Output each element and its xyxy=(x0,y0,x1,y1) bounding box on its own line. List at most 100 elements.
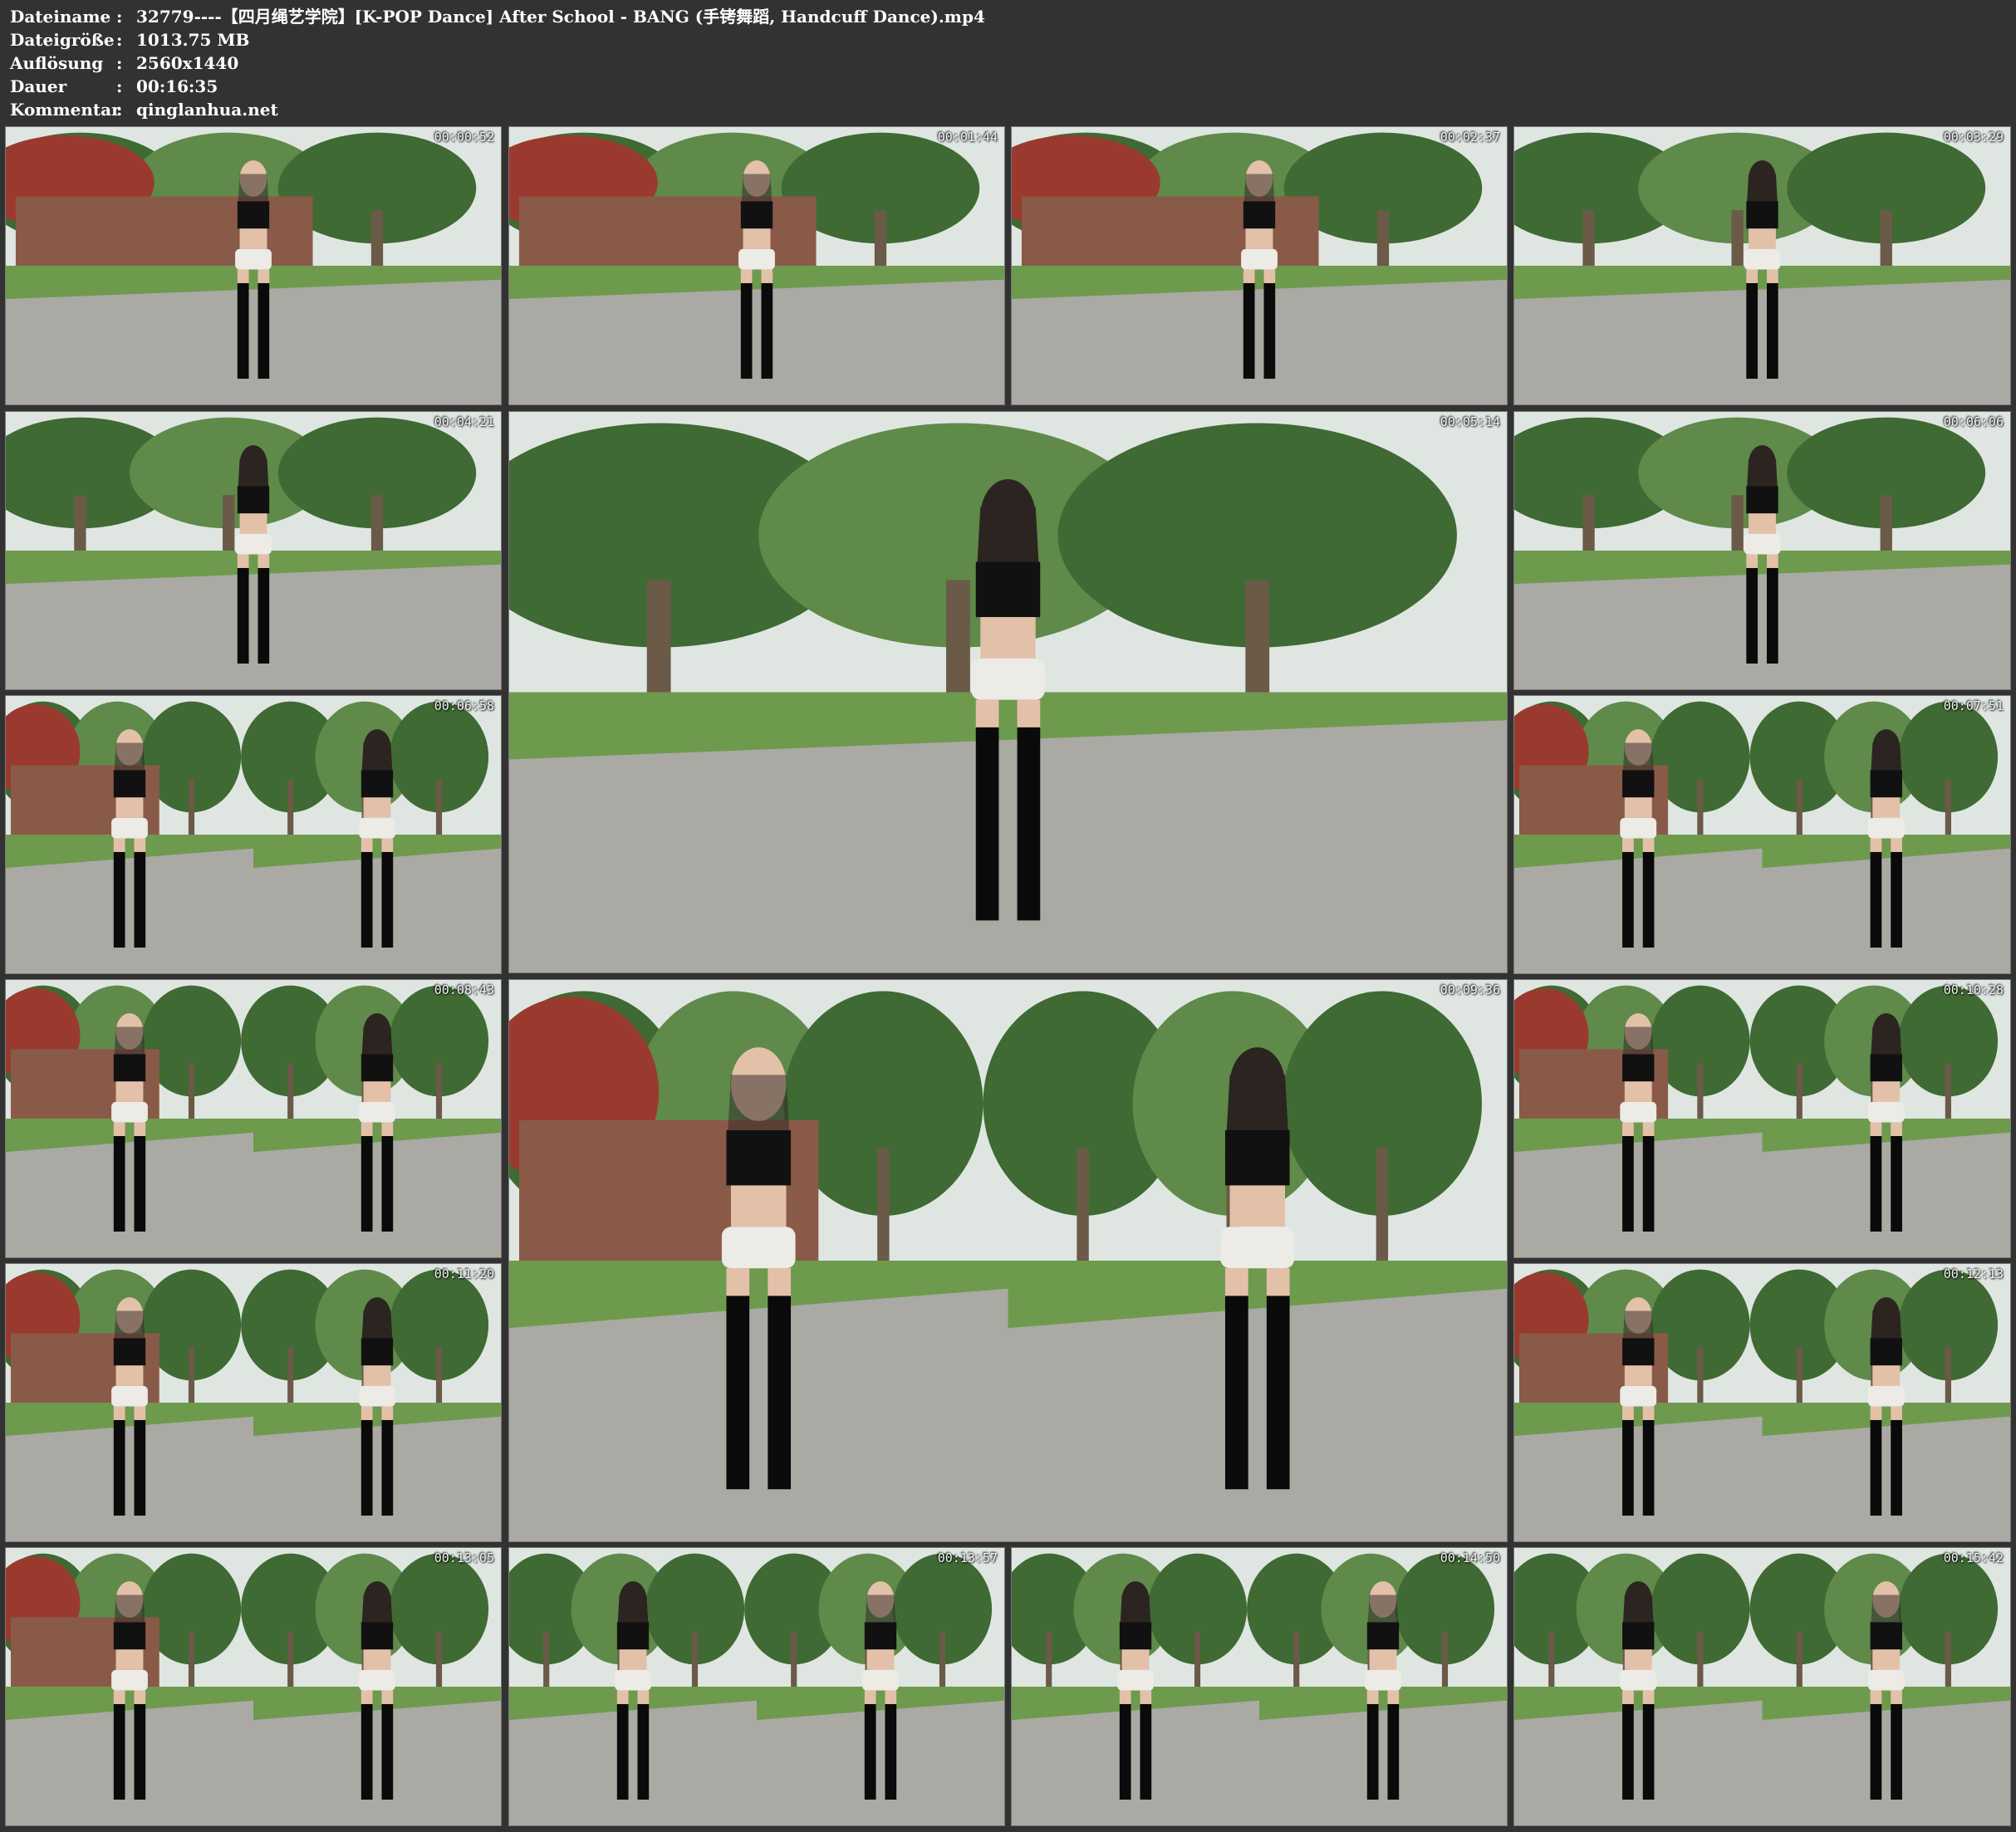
figure-boot xyxy=(1870,1703,1882,1800)
thumbnail[interactable]: 00:07:51 xyxy=(1513,695,2011,974)
figure-boot xyxy=(1622,851,1634,948)
figure-waist xyxy=(1624,1649,1652,1670)
figure-boot xyxy=(1263,282,1276,380)
figure-shorts xyxy=(1365,1669,1401,1691)
figure-leg xyxy=(1870,1122,1882,1136)
figure-waist xyxy=(363,1649,391,1670)
figure-boot xyxy=(1243,282,1255,380)
paved-path xyxy=(253,848,501,973)
timestamp: 00:15:42 xyxy=(1943,1550,2004,1565)
figure-waist xyxy=(1245,228,1273,249)
paved-path xyxy=(1762,1132,2010,1257)
figure-boot xyxy=(361,1419,373,1516)
figure-top xyxy=(726,1129,792,1186)
thumbnail-image xyxy=(6,1264,501,1541)
paved-path xyxy=(1514,1700,1763,1825)
figure-leg xyxy=(1870,838,1882,852)
figure-leg xyxy=(1243,269,1255,283)
figure-waist xyxy=(730,1185,787,1227)
paved-path xyxy=(6,1700,253,1825)
figure-shorts xyxy=(1744,533,1781,555)
figure-boot xyxy=(237,567,249,664)
thumbnail[interactable]: 00:15:42 xyxy=(1513,1547,2011,1826)
figure-boot xyxy=(1642,1135,1655,1232)
figure-top xyxy=(361,1338,394,1366)
figure-leg xyxy=(1891,1122,1902,1136)
thumbnail[interactable]: 00:13:57 xyxy=(508,1547,1005,1826)
figure-shorts xyxy=(738,248,775,270)
figure-shorts xyxy=(1867,817,1905,839)
thumbnail-image xyxy=(509,1548,1004,1825)
timestamp: 00:04:21 xyxy=(434,414,494,429)
paved-path xyxy=(1012,279,1507,404)
thumbnail[interactable]: 00:06:58 xyxy=(5,695,502,974)
thumbnail[interactable]: 00:12:13 xyxy=(1513,1263,2011,1542)
thumbnail[interactable]: 00:13:05 xyxy=(5,1547,502,1826)
thumbnail[interactable]: 00:01:44 xyxy=(508,126,1005,405)
thumbnail[interactable]: 00:06:06 xyxy=(1513,411,2011,690)
figure-boot xyxy=(1891,1419,1902,1516)
figure-boot xyxy=(1017,727,1041,921)
figure-shorts xyxy=(359,817,395,839)
thumbnail-image xyxy=(1514,1264,2010,1541)
figure-leg xyxy=(381,1122,394,1136)
figure-boot xyxy=(1140,1703,1152,1800)
paved-path xyxy=(1762,848,2010,973)
thumbnail[interactable]: 00:03:29 xyxy=(1513,126,2011,405)
figure-shorts xyxy=(1241,248,1278,270)
figure-top xyxy=(864,1622,897,1650)
figure-boot xyxy=(616,1703,629,1800)
thumbnail[interactable]: 00:02:37 xyxy=(1011,126,1508,405)
thumbnail[interactable]: 00:00:52 xyxy=(5,126,502,405)
timestamp: 00:05:14 xyxy=(1440,414,1500,429)
paved-path xyxy=(253,1700,501,1825)
figure-leg xyxy=(740,269,753,283)
figure-waist xyxy=(115,797,144,818)
thumbnail-large[interactable]: 00:09:36 xyxy=(508,979,1508,1542)
figure-top xyxy=(1746,201,1778,229)
figure-leg xyxy=(1642,1122,1655,1136)
figure-shorts xyxy=(1620,1101,1657,1123)
figure-top xyxy=(1746,486,1778,514)
figure-boot xyxy=(768,1296,792,1490)
figure-leg xyxy=(1766,269,1778,283)
thumbnail-image xyxy=(1514,696,2010,973)
paved-path xyxy=(1514,848,1763,973)
timestamp: 00:11:20 xyxy=(434,1266,494,1281)
thumbnail[interactable]: 00:04:21 xyxy=(5,411,502,690)
figure-leg xyxy=(1870,1690,1882,1704)
figure-boot xyxy=(134,1135,146,1232)
figure-leg xyxy=(134,1406,146,1420)
figure-top xyxy=(113,1338,146,1366)
paved-path xyxy=(253,1416,501,1541)
timestamp: 00:13:57 xyxy=(937,1550,998,1565)
figure-top xyxy=(1870,1338,1902,1366)
figure-boot xyxy=(258,567,270,664)
thumbnail[interactable]: 00:14:50 xyxy=(1011,1547,1508,1826)
figure-top xyxy=(1622,770,1655,798)
thumbnail[interactable]: 00:10:28 xyxy=(1513,979,2011,1258)
figure-boot xyxy=(1766,282,1778,380)
figure-boot xyxy=(637,1703,650,1800)
figure-leg xyxy=(134,838,146,852)
figure-boot xyxy=(1622,1419,1634,1516)
figure-boot xyxy=(134,851,146,948)
figure-leg xyxy=(1891,1690,1902,1704)
figure-boot xyxy=(258,282,270,380)
thumbnail-grid: 00:00:52 00:01:44 00:02:37 00:03:29 00:0… xyxy=(0,0,2016,1832)
figure-top xyxy=(113,770,146,798)
thumbnail[interactable]: 00:08:43 xyxy=(5,979,502,1258)
thumbnail[interactable]: 00:11:20 xyxy=(5,1263,502,1542)
figure-waist xyxy=(363,1365,391,1386)
figure-shorts xyxy=(1620,817,1657,839)
paved-path xyxy=(6,564,501,689)
figure-leg xyxy=(1622,1406,1634,1420)
figure-waist xyxy=(115,1365,144,1386)
thumbnail-large[interactable]: 00:05:14 xyxy=(508,411,1508,973)
figure-leg xyxy=(975,699,999,727)
figure-boot xyxy=(113,1135,125,1232)
figure-top xyxy=(1870,770,1902,798)
thumbnail-image xyxy=(6,127,501,404)
figure-leg xyxy=(258,554,270,568)
figure-shorts xyxy=(1867,1669,1905,1691)
